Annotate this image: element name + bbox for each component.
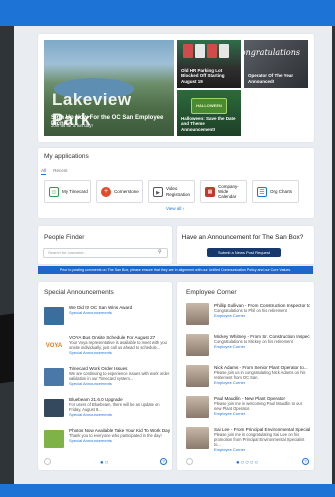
app-tile-timecard[interactable]: ☺ My Timecard — [44, 180, 91, 203]
list-item[interactable]: Timecard Work Order Issues We are contin… — [44, 366, 174, 392]
list-item[interactable]: Nick Adams - From Senior Plant Operator … — [186, 365, 311, 391]
announcement-cta-card — [177, 226, 314, 264]
item-description: Please join us in congratulating Nick Ad… — [214, 370, 306, 381]
view-all-label: View all — [166, 206, 182, 211]
app-tile-video[interactable]: ▶ Video Registration — [148, 180, 195, 203]
avatar — [186, 303, 209, 325]
people-finder-title: People Finder — [44, 234, 85, 241]
bottom-bar — [0, 484, 335, 497]
chevron-right-icon: › — [182, 206, 185, 211]
calendar-icon: ▦ — [205, 186, 215, 197]
view-all-link[interactable]: View all › — [166, 206, 184, 211]
item-category[interactable]: Employee Corner — [214, 411, 310, 416]
list-item[interactable]: Paul Maudlin - New Plant Operator Please… — [186, 396, 311, 422]
hero-banner[interactable]: Lakeview Park Sign Up Now For the OC San… — [44, 40, 174, 136]
item-category[interactable]: Special Announcements — [69, 310, 171, 315]
item-description: We are continuing to experience issues w… — [69, 371, 170, 382]
app-tile-calendar[interactable]: ▦ Company-Wide Calendar — [200, 180, 247, 203]
previous-arrow-icon[interactable] — [186, 458, 193, 465]
item-thumbnail — [44, 399, 64, 417]
item-category[interactable]: Special Announcements — [69, 412, 171, 417]
app-label: Org Charts — [270, 188, 293, 194]
tile-caption: Halloween: Save the Date and Theme Annou… — [181, 115, 236, 132]
parking-sign-icon — [183, 44, 193, 58]
item-description: Your Voya representative is available to… — [69, 340, 167, 351]
news-tile-halloween[interactable]: HALLOWEEN Halloween: Save the Date and T… — [177, 90, 241, 136]
hero-subline: Join us for a fun day! — [51, 123, 93, 128]
parking-sign-icon — [195, 44, 205, 58]
parking-sign-icon — [207, 44, 217, 58]
app-label: My Timecard — [62, 188, 88, 194]
top-bar — [0, 0, 335, 26]
avatar — [186, 427, 209, 449]
submit-news-post-button[interactable]: Submit a News Post Request — [207, 248, 281, 257]
list-item[interactable]: We Did It! OC San Wins Award Special Ann… — [44, 305, 174, 331]
carousel-pager[interactable]: ●○ — [100, 460, 109, 466]
policy-banner[interactable]: Prior to posting comments on The San Box… — [38, 266, 313, 274]
item-category[interactable]: Special Announcements — [69, 381, 171, 386]
tile-caption: Old HR Parking Lot Blocked Off Starting … — [181, 67, 225, 84]
news-tile-operator[interactable]: Congratulations Operator Of The Year Ann… — [244, 40, 308, 88]
item-category[interactable]: Employee Corner — [214, 344, 310, 349]
item-thumbnail — [44, 368, 64, 386]
avatar — [186, 365, 209, 387]
item-description: Please join me in congratulating Sai Lee… — [214, 432, 305, 448]
item-category[interactable]: Special Announcements — [69, 438, 171, 443]
people-finder-card — [38, 226, 172, 264]
employee-corner-title: Employee Corner — [186, 289, 237, 296]
app-label: Company-Wide Calendar — [218, 183, 239, 200]
item-description: Please join me in welcoming Paul Maudlin… — [214, 401, 303, 412]
list-item[interactable]: Sai Lee - From Principal Environmental S… — [186, 427, 311, 453]
item-thumbnail — [44, 307, 64, 325]
tab-recent[interactable]: Recent — [53, 168, 67, 173]
avatar — [186, 396, 209, 418]
special-announcements-title: Special Announcements — [44, 289, 114, 296]
app-label: Video Registration — [166, 186, 191, 197]
help-icon[interactable]: ? — [302, 458, 309, 465]
applications-tabs: All Recent — [41, 168, 68, 175]
list-item[interactable]: Mickey Whitney - From Sr. Construction I… — [186, 334, 311, 360]
org-chart-icon: ☰ — [257, 186, 267, 197]
app-tile-cornerstone[interactable]: + Cornerstone — [96, 180, 143, 203]
app-tile-org-charts[interactable]: ☰ Org Charts — [252, 180, 299, 203]
news-tile-parking[interactable]: Old HR Parking Lot Blocked Off Starting … — [177, 40, 241, 88]
applications-title: My applications — [44, 153, 89, 160]
voya-logo: VOYA — [44, 337, 64, 355]
avatar — [186, 334, 209, 356]
list-item[interactable]: Phillip Sullivan - From Construction Ins… — [186, 303, 311, 329]
halloween-logo: HALLOWEEN — [191, 98, 227, 114]
list-item[interactable]: VOYA VOYA Bus Onsite Schedule For August… — [44, 335, 174, 361]
item-category[interactable]: Employee Corner — [214, 447, 310, 452]
list-item[interactable]: Photos Now Available Take Your Kid To Wo… — [44, 428, 174, 454]
tile-script: Congratulations — [244, 48, 300, 57]
parking-sign-icon — [219, 44, 229, 58]
item-category[interactable]: Employee Corner — [214, 380, 310, 385]
tile-caption: Operator Of The Year Announced! — [248, 73, 294, 84]
item-description: For users of Bluebeam, there will be an … — [69, 402, 160, 413]
coworker-search-input[interactable]: Search for coworker... — [43, 248, 168, 258]
item-thumbnail — [44, 430, 64, 448]
cornerstone-icon: + — [101, 186, 111, 197]
tab-all[interactable]: All — [41, 168, 47, 175]
person-icon: ☺ — [49, 186, 59, 197]
list-item[interactable]: Bluebeam 21.6.0 Upgrade For users of Blu… — [44, 397, 174, 423]
announcement-cta-title: Have an Announcement for The San Box? — [181, 234, 304, 241]
app-label: Cornerstone — [114, 188, 139, 194]
item-category[interactable]: Employee Corner — [214, 313, 310, 318]
help-icon[interactable]: ? — [160, 458, 167, 465]
previous-arrow-icon[interactable] — [44, 458, 51, 465]
carousel-pager[interactable]: ●○○○○ — [236, 460, 259, 466]
search-icon[interactable]: ⚲ — [158, 249, 162, 255]
item-category[interactable]: Special Announcements — [69, 350, 171, 355]
video-icon: ▶ — [153, 186, 163, 197]
